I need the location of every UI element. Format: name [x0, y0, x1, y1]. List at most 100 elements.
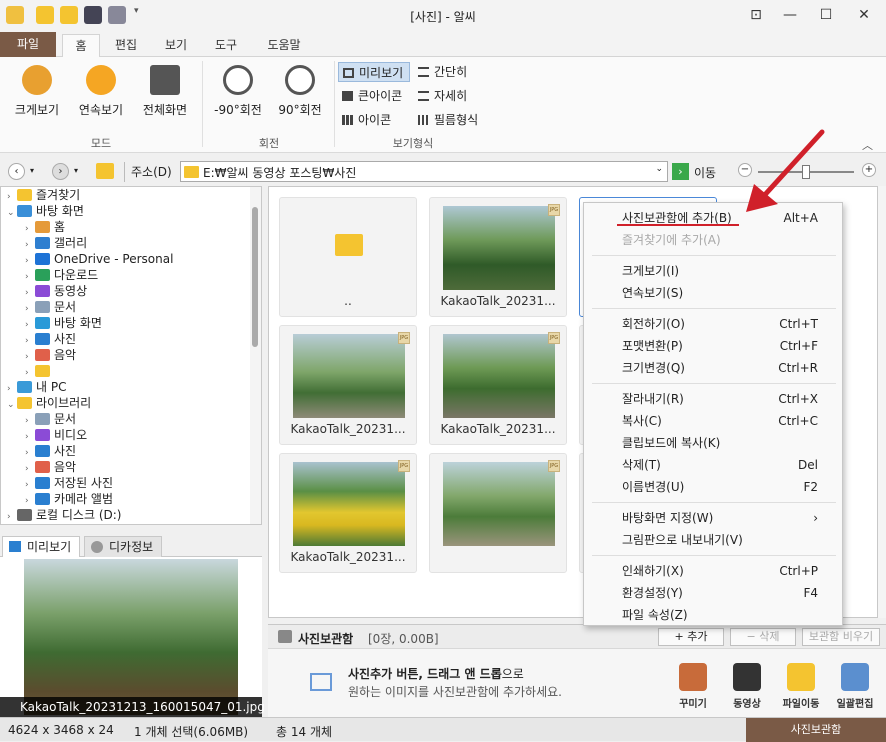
batch-edit-button[interactable]: 일괄편집	[830, 663, 880, 710]
tree-item[interactable]: ⌄ 바탕 화면	[7, 203, 84, 219]
tab-preview[interactable]: 미리보기	[2, 536, 81, 557]
tree-item[interactable]: › 문서	[25, 299, 76, 315]
preview-image	[24, 559, 238, 715]
menu-item[interactable]: 환경설정(Y) F4	[584, 582, 842, 604]
up-folder-icon[interactable]	[96, 163, 114, 179]
tree-item[interactable]: › 즐겨찾기	[7, 187, 80, 203]
menu-item[interactable]: 클립보드에 복사(K)	[584, 432, 842, 454]
menu-item[interactable]: 연속보기(S)	[584, 282, 842, 304]
go-arrow-icon[interactable]: ›	[672, 163, 689, 180]
view-large-icons-option[interactable]: 큰아이콘	[338, 86, 402, 106]
rotate-left-button[interactable]: -90°회전	[208, 65, 268, 118]
tree-item[interactable]: › 저장된 사진	[25, 475, 113, 491]
album-hint: 사진추가 버튼, 드래그 앤 드롭으로	[348, 667, 524, 681]
thumbnail-item[interactable]: JPG KakaoTalk_20231...	[429, 197, 567, 317]
back-icon[interactable]: ‹	[8, 163, 25, 180]
expand-arrow-icon[interactable]: ⌄	[7, 397, 17, 413]
menu-item[interactable]: 그림판으로 내보내기(V)	[584, 529, 842, 551]
go-button[interactable]: 이동	[694, 164, 716, 181]
collapse-ribbon-icon[interactable]: ︿	[862, 137, 873, 153]
tab-view[interactable]: 보기	[160, 34, 192, 57]
slideshow-button[interactable]: 연속보기	[72, 65, 130, 118]
zoom-in-icon[interactable]: +	[862, 163, 876, 177]
album-delete-button[interactable]: − 삭제	[730, 628, 796, 646]
thumbnail-item[interactable]: JPG KakaoTalk_20231...	[279, 453, 417, 573]
tree-item-label: 즐겨찾기	[36, 188, 81, 202]
address-input[interactable]: E:₩알씨 동영상 포스팅₩사진 ⌄	[180, 161, 668, 182]
tab-help[interactable]: 도움말	[262, 34, 306, 57]
view-simple-option[interactable]: 간단히	[414, 62, 467, 82]
address-dropdown-icon[interactable]: ⌄	[655, 164, 663, 174]
tree-item[interactable]: › 내 PC	[7, 379, 66, 395]
menu-item-label: 즐겨찾기에 추가(A)	[622, 233, 721, 247]
tree-item[interactable]: › 음악	[25, 347, 76, 363]
tree-item[interactable]: › 음악	[25, 459, 76, 475]
tree-item[interactable]: › 갤러리	[25, 235, 87, 251]
group-rotate: 회전	[258, 137, 280, 150]
video-button[interactable]: 동영상	[722, 663, 772, 710]
minimize-button[interactable]: —	[778, 5, 802, 25]
tree-item[interactable]: ›	[25, 363, 54, 379]
menu-item[interactable]: 잘라내기(R) Ctrl+X	[584, 388, 842, 410]
menu-item[interactable]: 바탕화면 지정(W) ›	[584, 507, 842, 529]
menu-item-shortcut: ›	[813, 511, 818, 525]
tree-item[interactable]: › OneDrive - Personal	[25, 251, 173, 267]
tab-home[interactable]: 홈	[62, 34, 100, 58]
thumbnail-item[interactable]: JPG KakaoTalk_20231...	[429, 325, 567, 445]
maximize-button[interactable]: ☐	[814, 5, 838, 25]
forward-dropdown-icon[interactable]: ▾	[74, 166, 78, 175]
view-icons-option[interactable]: 아이콘	[338, 110, 391, 130]
back-dropdown-icon[interactable]: ▾	[30, 166, 34, 175]
view-details-option[interactable]: 자세히	[414, 86, 467, 106]
tree-scrollbar-thumb[interactable]	[252, 207, 258, 347]
large-view-button[interactable]: 크게보기	[8, 65, 66, 118]
menu-item[interactable]: 회전하기(O) Ctrl+T	[584, 313, 842, 335]
view-preview-option[interactable]: 미리보기	[338, 62, 410, 82]
tab-edit[interactable]: 편집	[110, 34, 142, 57]
tree-item[interactable]: › 다운로드	[25, 267, 98, 283]
view-film-option[interactable]: 필름형식	[414, 110, 478, 130]
tree-item[interactable]: › 문서	[25, 411, 76, 427]
forward-icon[interactable]: ›	[52, 163, 69, 180]
tab-camera-info[interactable]: 디카정보	[84, 536, 163, 557]
expand-arrow-icon[interactable]: ›	[7, 509, 17, 524]
tab-tools[interactable]: 도구	[210, 34, 242, 57]
tab-file[interactable]: 파일	[0, 32, 56, 57]
tree-item[interactable]: › 사진	[25, 443, 76, 459]
pin-icon[interactable]: ⊡	[744, 5, 768, 25]
tree-item[interactable]: ⌄ 라이브러리	[7, 395, 91, 411]
menu-item[interactable]: 크기변경(Q) Ctrl+R	[584, 357, 842, 379]
grid-scrollbar[interactable]	[878, 186, 886, 618]
tree-item[interactable]: › 홈	[25, 219, 65, 235]
thumbnail-item[interactable]: ..	[279, 197, 417, 317]
album-clear-button[interactable]: 보관함 비우기	[802, 628, 880, 646]
tree-item[interactable]: › 동영상	[25, 283, 87, 299]
fullscreen-button[interactable]: 전체화면	[136, 65, 194, 118]
picture-icon	[35, 493, 50, 505]
tree-item[interactable]: › 바탕 화면	[25, 315, 102, 331]
menu-item[interactable]: 파일 속성(Z)	[584, 604, 842, 626]
tree-scrollbar[interactable]	[250, 187, 261, 524]
menu-item[interactable]: 인쇄하기(X) Ctrl+P	[584, 560, 842, 582]
tree-item[interactable]: › 로컬 디스크 (D:)	[7, 507, 121, 523]
menu-item[interactable]: 이름변경(U) F2	[584, 476, 842, 498]
album-toggle-tab[interactable]: 사진보관함	[746, 718, 886, 742]
menu-item[interactable]: 복사(C) Ctrl+C	[584, 410, 842, 432]
tree-item[interactable]: › 비디오	[25, 427, 87, 443]
rotate-right-button[interactable]: 90°회전	[270, 65, 330, 118]
status-selection: 1 개체 선택(6.06MB)	[134, 725, 249, 739]
decorate-button[interactable]: 꾸미기	[668, 663, 718, 710]
tree-item[interactable]: › 카메라 앨범	[25, 491, 113, 507]
move-file-button[interactable]: 파일이동	[776, 663, 826, 710]
menu-item[interactable]: 크게보기(I)	[584, 260, 842, 282]
expand-arrow-icon[interactable]: ⌄	[7, 205, 17, 221]
close-button[interactable]: ✕	[852, 5, 876, 25]
menu-item[interactable]: 즐겨찾기에 추가(A)	[584, 229, 842, 251]
menu-item[interactable]: 포맷변환(P) Ctrl+F	[584, 335, 842, 357]
status-bar: 4624 x 3468 x 24 1 개체 선택(6.06MB) 총 14 개체…	[0, 717, 886, 742]
thumbnail-item[interactable]: JPG	[429, 453, 567, 573]
album-add-button[interactable]: + 추가	[658, 628, 724, 646]
tree-item[interactable]: › 사진	[25, 331, 76, 347]
thumbnail-item[interactable]: JPG KakaoTalk_20231...	[279, 325, 417, 445]
menu-item[interactable]: 삭제(T) Del	[584, 454, 842, 476]
